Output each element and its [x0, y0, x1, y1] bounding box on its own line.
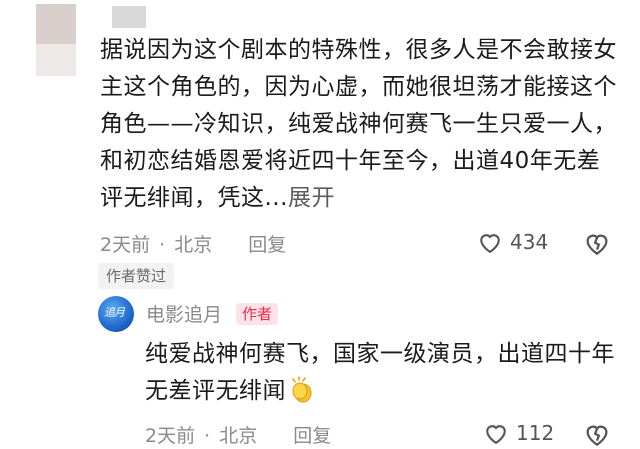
clap-emoji-icon	[292, 376, 312, 403]
heart-icon	[486, 425, 506, 445]
comment-location: 北京	[174, 234, 213, 256]
reply-reply-button[interactable]: 回复	[293, 421, 331, 448]
reply-like-count: 112	[516, 421, 555, 445]
reply-meta: 2天前 · 北京 回复	[145, 421, 331, 448]
author-liked-tag: 作者赞过	[98, 263, 175, 289]
broken-heart-icon[interactable]	[582, 419, 612, 449]
reply-body: 纯爱战神何赛飞，国家一级演员，出道四十年无差评无绯闻	[145, 341, 615, 404]
reply-username[interactable]: 电影追月	[146, 300, 222, 327]
heart-icon	[480, 234, 500, 254]
commenter-name-obscured[interactable]	[112, 6, 146, 28]
comment-time: 2天前	[100, 234, 151, 256]
comment-like-count: 434	[510, 230, 549, 254]
comment-reply-button[interactable]: 回复	[248, 230, 286, 257]
reply-text: 纯爱战神何赛飞，国家一级演员，出道四十年无差评无绯闻	[145, 336, 615, 410]
commenter-avatar[interactable]	[36, 4, 76, 76]
comment-text: 据说因为这个剧本的特殊性，很多人是不会敢接女主这个角色的，因为心虚，而她很坦荡才…	[100, 32, 620, 217]
reply-time: 2天前	[145, 425, 196, 447]
avatar-logo-text: 追月	[104, 306, 125, 319]
broken-heart-icon[interactable]	[582, 228, 612, 258]
comment-like-button[interactable]: 434	[476, 228, 548, 256]
reply-avatar[interactable]: 追月	[98, 296, 134, 332]
comment-meta: 2天前 · 北京 回复	[100, 230, 286, 257]
author-badge: 作者	[236, 303, 279, 325]
reply-like-button[interactable]: 112	[482, 419, 554, 447]
comment-body: 据说因为这个剧本的特殊性，很多人是不会敢接女主这个角色的，因为心虚，而她很坦荡才…	[100, 37, 617, 211]
expand-link[interactable]: 展开	[288, 185, 335, 211]
reply-location: 北京	[219, 425, 258, 447]
